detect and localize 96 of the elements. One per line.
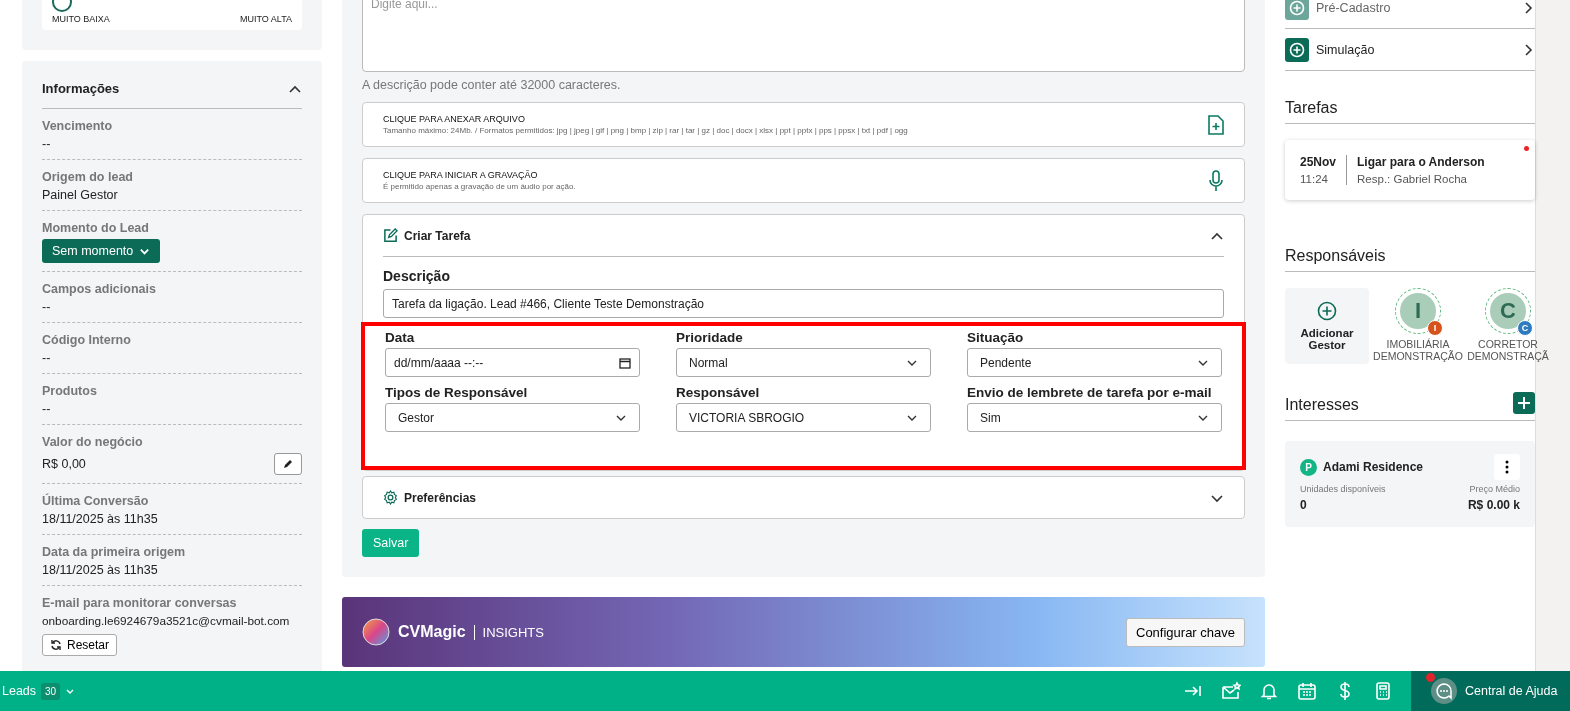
field-label: Vencimento <box>42 119 114 133</box>
bell-icon[interactable] <box>1259 681 1279 701</box>
upload-area[interactable]: CLIQUE PARA INICIAR A GRAVAÇÃO É permitido apenas a gravação de um áudio por ação. <box>362 158 1245 203</box>
scale-min-label: MUITO BAIXA <box>52 14 110 24</box>
gear-icon <box>383 490 398 505</box>
select-field[interactable]: Normal <box>676 348 931 377</box>
chat-bubble-icon <box>1435 682 1453 700</box>
add-interest-button[interactable] <box>1513 392 1535 414</box>
field-label: Envio de lembrete de tarefa por e-mail <box>967 385 1213 400</box>
reset-button[interactable]: Resetar <box>42 634 118 656</box>
upload-hint: É permitido apenas a gravação de um áudio por ação. <box>383 182 576 191</box>
action-row[interactable]: Simulação <box>1285 30 1535 71</box>
field-value: 18/11/2025 às 11h35 <box>42 512 159 526</box>
brand-name: CVMagic <box>398 623 466 641</box>
task-time: 11:24 <box>1300 173 1329 185</box>
date-field[interactable]: dd/mm/aaaa --:-- <box>385 348 640 377</box>
count-badge: 30 <box>41 682 61 700</box>
unread-dot <box>1524 146 1529 151</box>
field-label: Código Interno <box>42 333 132 347</box>
panel-title: Informações <box>42 81 120 96</box>
select-field[interactable]: VICTORIA SBROGIO <box>676 403 931 432</box>
text-field[interactable]: Tarefa da ligação. Lead #466, Cliente Teste Demonstração <box>383 289 1224 318</box>
field-value: -- <box>42 402 52 416</box>
description-field[interactable]: Digite aqui... <box>362 0 1245 72</box>
file-add-icon <box>1208 114 1224 135</box>
stat-label: Preço Médio <box>1468 484 1520 494</box>
calendar-icon[interactable] <box>1297 681 1317 701</box>
help-center-button[interactable]: Central de Ajuda <box>1411 671 1570 711</box>
microphone-icon <box>1208 169 1224 192</box>
task-date: 25Nov <box>1300 155 1337 169</box>
field-label: Produtos <box>42 384 98 398</box>
field-label: Campos adicionais <box>42 282 157 296</box>
field-label: Prioridade <box>676 330 744 345</box>
notification-dot <box>1426 673 1435 682</box>
select-field[interactable]: Pendente <box>967 348 1222 377</box>
project-badge: P <box>1300 458 1317 476</box>
responsible-name: CORRETOR DEMONSTRAÇÃ <box>1467 338 1549 363</box>
task-title: Ligar para o Anderson <box>1357 155 1485 169</box>
edit-button[interactable] <box>274 453 302 475</box>
section-heading: Responsáveis <box>1285 247 1386 265</box>
more-options-button[interactable] <box>1494 454 1520 480</box>
more-icon <box>1505 460 1509 474</box>
plus-circle-icon <box>1317 301 1337 321</box>
field-label: Tipos de Responsável <box>385 385 529 400</box>
pencil-icon <box>282 458 294 470</box>
plus-circle-icon <box>1289 0 1305 16</box>
field-value: onboarding.le6924679a3521c@cvmail-bot.com <box>42 614 291 628</box>
field-label: Descrição <box>383 268 451 284</box>
field-value: 18/11/2025 às 11h35 <box>42 563 159 577</box>
field-label: Momento do Lead <box>42 221 150 235</box>
calendar-icon <box>619 356 631 369</box>
field-label: Valor do negócio <box>42 435 144 449</box>
character-limit-hint: A descrição pode conter até 32000 caracteres. <box>362 78 622 92</box>
section-heading: Tarefas <box>1285 99 1338 117</box>
mail-star-icon[interactable] <box>1221 681 1241 701</box>
select-field[interactable]: Gestor <box>385 403 640 432</box>
task-assignee: Resp.: Gabriel Rocha <box>1357 173 1468 185</box>
upload-area[interactable]: CLIQUE PARA ANEXAR ARQUIVO Tamanho máximo: 24Mb. / Formatos permitidos: jpg | jpeg | gif | png | bmp | zip | rar | tar | gz | doc | docx | xlsx | ppt | pptx | pps | ppsx | txt | pdf | ogg <box>362 102 1245 147</box>
field-value: -- <box>42 137 52 151</box>
field-label: Última Conversão <box>42 494 150 508</box>
section-heading: Interesses <box>1285 396 1359 414</box>
add-manager-button[interactable]: Adicionar Gestor <box>1285 288 1369 364</box>
lead-moment-dropdown[interactable]: Sem momento <box>42 239 161 263</box>
product-name: INSIGHTS <box>473 624 544 640</box>
upload-hint: Tamanho máximo: 24Mb. / Formatos permitidos: jpg | jpeg | gif | png | bmp | zip | rar | tar | gz | doc | docx | xlsx | ppt | pptx | pps | ppsx | txt | pdf | ogg <box>383 126 908 135</box>
field-label: Responsável <box>676 385 761 400</box>
task-card[interactable]: 25Nov 11:24 Ligar para o Anderson Resp.: Gabriel Rocha <box>1285 140 1535 200</box>
configure-key-button[interactable]: Configurar chave <box>1126 617 1245 647</box>
scale-max-label: MUITO ALTA <box>240 14 292 24</box>
upload-title: CLIQUE PARA ANEXAR ARQUIVO <box>383 114 526 124</box>
field-label: Situação <box>967 330 1025 345</box>
section-title[interactable]: Criar Tarefa <box>383 228 471 243</box>
sphere-logo-icon <box>362 618 390 646</box>
responsible-name: IMOBILIÁRIA DEMONSTRAÇÃO <box>1373 338 1463 363</box>
select-field[interactable]: Sim <box>967 403 1222 432</box>
field-value: -- <box>42 351 52 365</box>
plus-icon <box>1517 396 1531 410</box>
section-title[interactable]: Preferências <box>383 490 477 505</box>
refresh-icon <box>50 639 62 651</box>
field-value: R$ 0,00 <box>42 457 86 471</box>
field-label: E-mail para monitorar conversas <box>42 596 238 610</box>
role-badge: C <box>1517 320 1533 336</box>
stat-value: 0 <box>1300 498 1308 512</box>
role-badge: I <box>1427 320 1443 336</box>
field-value: -- <box>42 300 52 314</box>
upload-title: CLIQUE PARA INICIAR A GRAVAÇÃO <box>383 170 539 180</box>
stat-label: Unidades disponíveis <box>1300 484 1386 494</box>
calculator-icon[interactable] <box>1373 681 1393 701</box>
edit-icon <box>383 228 398 243</box>
field-value: Painel Gestor <box>42 188 119 202</box>
field-label: Origem do lead <box>42 170 134 184</box>
field-label: Data <box>385 330 416 345</box>
plus-circle-icon <box>1289 42 1305 58</box>
project-name: Adami Residence <box>1323 460 1425 474</box>
field-label: Data da primeira origem <box>42 545 187 559</box>
stat-value: R$ 0.00 k <box>1467 498 1520 512</box>
